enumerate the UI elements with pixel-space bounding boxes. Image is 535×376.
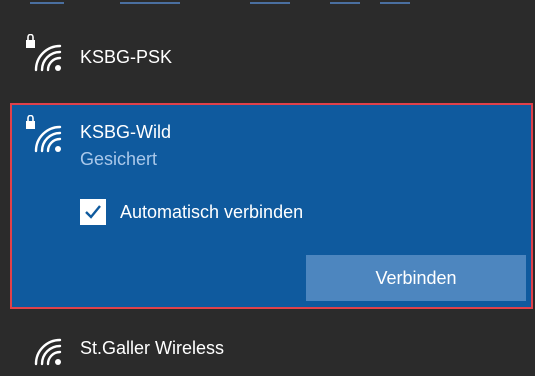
wifi-icon xyxy=(22,328,64,368)
top-divider xyxy=(0,0,535,10)
network-name: KSBG-Wild xyxy=(80,122,172,142)
network-item-ksbg-wild[interactable]: KSBG-Wild Gesichert Automatisch verbinde… xyxy=(10,103,533,309)
wifi-lock-icon xyxy=(22,114,64,155)
network-item-st-galler-wireless[interactable]: St.Galler Wireless xyxy=(0,318,535,376)
network-item-ksbg-psk[interactable]: KSBG-PSK xyxy=(0,28,535,90)
checkmark-icon xyxy=(85,205,101,219)
network-name: St.Galler Wireless xyxy=(80,338,225,358)
network-status: Gesichert xyxy=(80,149,158,169)
wifi-lock-icon xyxy=(22,33,64,74)
auto-connect-checkbox[interactable] xyxy=(80,199,106,225)
auto-connect-option[interactable]: Automatisch verbinden xyxy=(80,197,303,227)
network-name: KSBG-PSK xyxy=(80,47,173,67)
connect-button[interactable]: Verbinden xyxy=(306,255,526,301)
auto-connect-label: Automatisch verbinden xyxy=(120,201,304,222)
